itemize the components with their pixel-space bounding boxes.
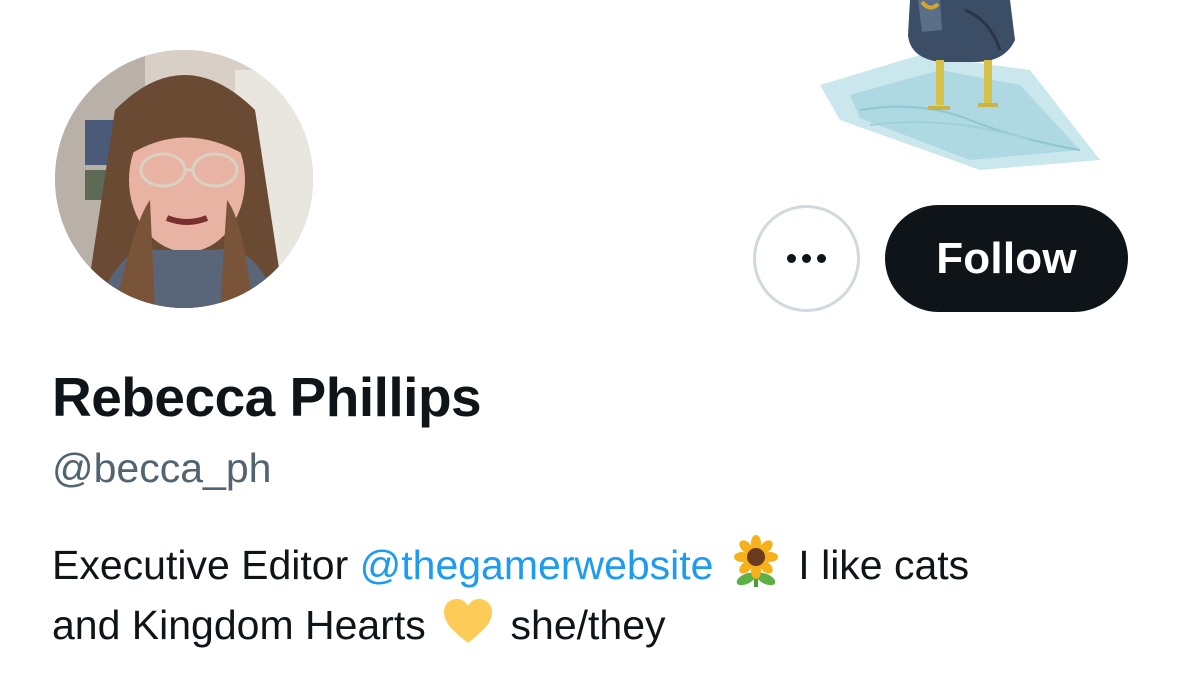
avatar[interactable] [55, 50, 313, 308]
bio-text: and Kingdom Hearts [52, 602, 438, 648]
user-handle: @becca_ph [52, 445, 272, 491]
sunflower-emoji-icon [733, 535, 778, 587]
bio-text: I like cats [786, 542, 970, 588]
yellow-heart-emoji-icon [444, 599, 493, 643]
display-name: Rebecca Phillips [52, 366, 482, 428]
more-options-button[interactable] [753, 205, 860, 312]
more-horizontal-icon [787, 254, 826, 263]
follow-button[interactable]: Follow [885, 205, 1128, 312]
bio-text: Executive Editor [52, 542, 360, 588]
bio-mention-link[interactable]: @thegamerwebsite [360, 542, 714, 588]
bio-text: she/they [499, 602, 666, 648]
bio: Executive Editor @thegamerwebsite I like… [52, 535, 1152, 655]
profile-header: Follow Rebecca Phillips @becca_ph Execut… [0, 0, 1179, 673]
banner-image[interactable] [800, 0, 1110, 175]
